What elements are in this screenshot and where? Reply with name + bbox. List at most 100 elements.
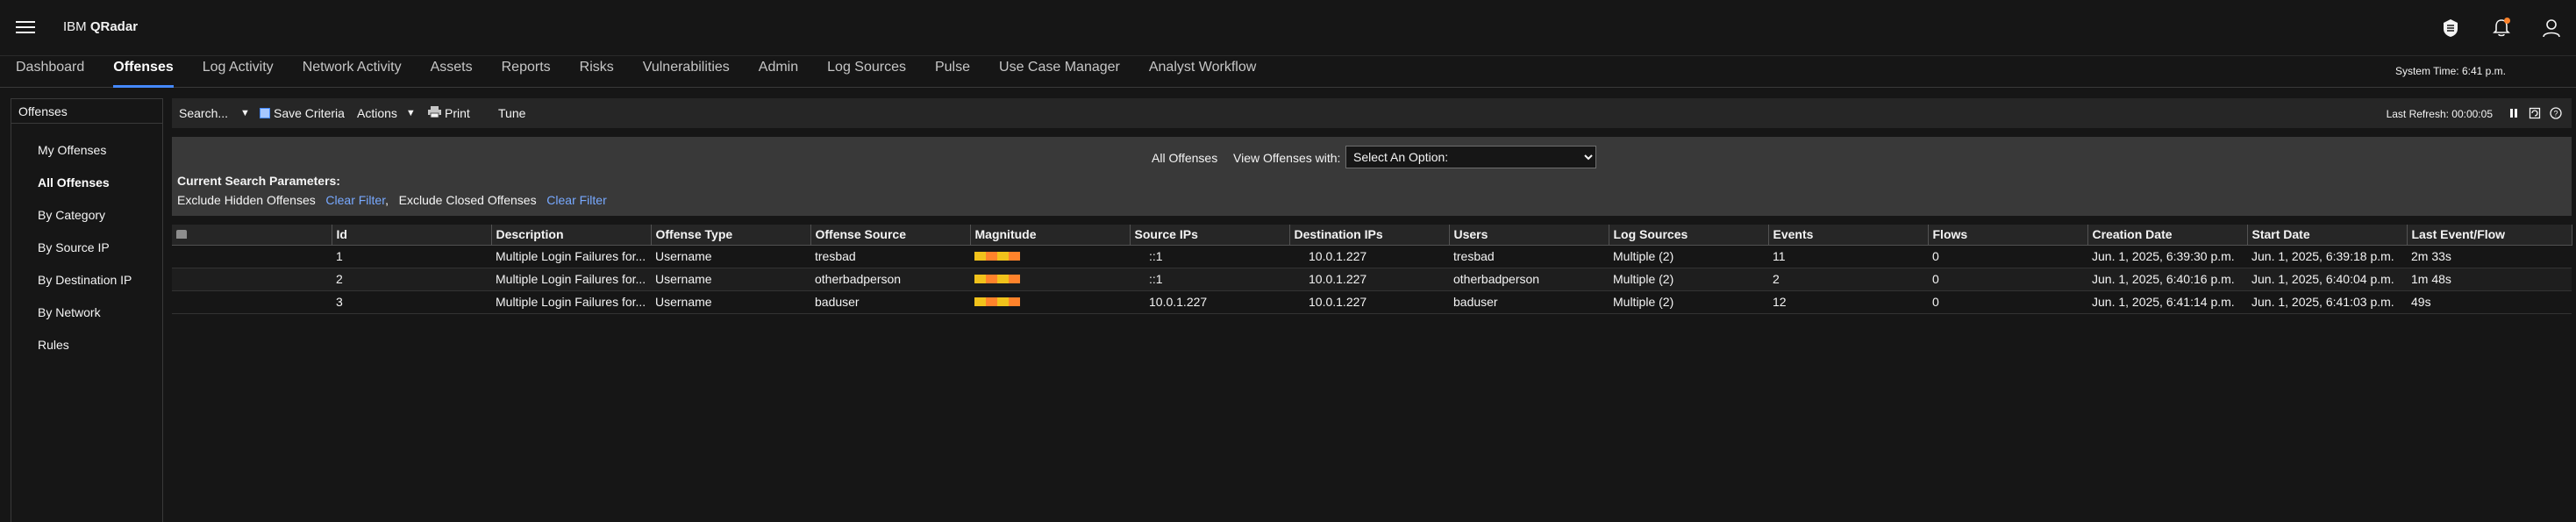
column-header-magnitude[interactable]: Magnitude bbox=[970, 225, 1131, 246]
print-label: Print bbox=[445, 106, 470, 120]
cell-destination-ips: 10.0.1.227 bbox=[1289, 290, 1449, 314]
notification-icon[interactable] bbox=[2487, 14, 2515, 42]
sidebar-item-by-destination-ip[interactable]: By Destination IP bbox=[11, 264, 162, 297]
column-header-log-sources[interactable]: Log Sources bbox=[1609, 225, 1769, 246]
magnitude-segment bbox=[986, 297, 997, 306]
flag-icon bbox=[176, 230, 187, 240]
column-header-start-date[interactable]: Start Date bbox=[2247, 225, 2408, 246]
cell-events: 11 bbox=[1768, 245, 1928, 268]
column-header-creation-date[interactable]: Creation Date bbox=[2087, 225, 2248, 246]
current-search-parameters-label: Current Search Parameters: bbox=[177, 174, 340, 188]
all-offenses-label: All Offenses bbox=[1152, 151, 1218, 165]
column-header-users[interactable]: Users bbox=[1449, 225, 1609, 246]
tab-use-case-manager[interactable]: Use Case Manager bbox=[990, 56, 1129, 88]
cell-flows: 0 bbox=[1928, 290, 2087, 314]
menu-icon[interactable] bbox=[16, 18, 35, 37]
cell-offense-type: Username bbox=[651, 245, 810, 268]
magnitude-segment bbox=[997, 297, 1009, 306]
table-row[interactable]: 2 Multiple Login Failures for... Username o… bbox=[172, 268, 2572, 291]
column-header-offense-type[interactable]: Offense Type bbox=[651, 225, 811, 246]
offenses-sidebar: Offenses My Offenses All Offenses By Categ… bbox=[11, 98, 163, 522]
cell-id: 2 bbox=[332, 268, 491, 291]
sidebar-item-all-offenses[interactable]: All Offenses bbox=[11, 167, 162, 199]
magnitude-segment bbox=[974, 275, 986, 283]
cell-magnitude bbox=[970, 268, 1130, 291]
cell-last-event-flow: 49s bbox=[2407, 290, 2572, 314]
cell-users: tresbad bbox=[1449, 245, 1609, 268]
cell-flag bbox=[172, 268, 332, 291]
tab-dashboard[interactable]: Dashboard bbox=[7, 56, 93, 88]
sidebar-list: My Offenses All Offenses By Category By Sou… bbox=[11, 124, 162, 361]
view-offenses-with-label: View Offenses with: bbox=[1233, 151, 1341, 165]
magnitude-segment bbox=[1009, 275, 1020, 283]
pause-icon[interactable] bbox=[2507, 106, 2521, 120]
notification-badge-dot bbox=[2504, 18, 2510, 24]
offenses-table: Id Description Offense Type Offense Source M… bbox=[172, 225, 2572, 314]
tune-button[interactable]: Tune bbox=[498, 106, 525, 120]
cell-id: 1 bbox=[332, 245, 491, 268]
column-header-offense-source[interactable]: Offense Source bbox=[810, 225, 971, 246]
cell-start-date: Jun. 1, 2025, 6:41:03 p.m. bbox=[2247, 290, 2407, 314]
cell-flows: 0 bbox=[1928, 245, 2087, 268]
last-refresh: Last Refresh: 00:00:05 bbox=[2386, 108, 2493, 120]
tab-vulnerabilities[interactable]: Vulnerabilities bbox=[634, 56, 739, 88]
help-icon[interactable]: ? bbox=[2549, 106, 2563, 120]
refresh-icon[interactable] bbox=[2528, 106, 2542, 120]
tab-analyst-workflow[interactable]: Analyst Workflow bbox=[1140, 56, 1265, 88]
sidebar-item-rules[interactable]: Rules bbox=[11, 329, 162, 361]
sidebar-item-by-network[interactable]: By Network bbox=[11, 297, 162, 329]
tab-risks[interactable]: Risks bbox=[571, 56, 623, 88]
column-header-events[interactable]: Events bbox=[1768, 225, 1929, 246]
brand-name: QRadar bbox=[89, 19, 139, 34]
tab-network-activity[interactable]: Network Activity bbox=[294, 56, 410, 88]
tune-label: Tune bbox=[498, 106, 526, 120]
column-header-last-event-flow[interactable]: Last Event/Flow bbox=[2407, 225, 2572, 246]
column-header-destination-ips[interactable]: Destination IPs bbox=[1289, 225, 1450, 246]
table-row[interactable]: 1 Multiple Login Failures for... Username t… bbox=[172, 245, 2572, 268]
tab-offenses[interactable]: Offenses bbox=[104, 56, 182, 88]
sidebar-item-by-category[interactable]: By Category bbox=[11, 199, 162, 232]
magnitude-segment bbox=[1009, 252, 1020, 261]
cell-offense-source: tresbad bbox=[810, 245, 970, 268]
cell-log-sources: Multiple (2) bbox=[1609, 268, 1768, 291]
view-offenses-select[interactable]: Select An Option: bbox=[1345, 146, 1596, 168]
clear-filter-hidden-link[interactable]: Clear Filter bbox=[325, 193, 385, 207]
main-content: Search... ▼ Save Criteria Actions ▼ Prin… bbox=[172, 98, 2572, 522]
cell-offense-source: baduser bbox=[810, 290, 970, 314]
sidebar-item-my-offenses[interactable]: My Offenses bbox=[11, 134, 162, 167]
clear-filter-closed-link[interactable]: Clear Filter bbox=[546, 193, 606, 207]
tab-pulse[interactable]: Pulse bbox=[926, 56, 979, 88]
column-header-flows[interactable]: Flows bbox=[1928, 225, 2088, 246]
nav-tabs: Dashboard Offenses Log Activity Network Act… bbox=[7, 56, 1276, 88]
cell-creation-date: Jun. 1, 2025, 6:41:14 p.m. bbox=[2087, 290, 2247, 314]
tab-log-activity[interactable]: Log Activity bbox=[194, 56, 282, 88]
column-header-flag[interactable] bbox=[172, 225, 332, 246]
cell-last-event-flow: 1m 48s bbox=[2407, 268, 2572, 291]
cell-last-event-flow: 2m 33s bbox=[2407, 245, 2572, 268]
brand-prefix: IBM bbox=[63, 19, 90, 34]
actions-dropdown-button[interactable]: Actions ▼ bbox=[357, 106, 416, 120]
shield-app-icon[interactable] bbox=[2437, 14, 2465, 42]
sidebar-item-by-source-ip[interactable]: By Source IP bbox=[11, 232, 162, 264]
table-row[interactable]: 3 Multiple Login Failures for... Username b… bbox=[172, 290, 2572, 314]
column-header-id[interactable]: Id bbox=[332, 225, 492, 246]
toolbar: Search... ▼ Save Criteria Actions ▼ Prin… bbox=[172, 98, 2572, 128]
column-header-source-ips[interactable]: Source IPs bbox=[1130, 225, 1290, 246]
tab-reports[interactable]: Reports bbox=[493, 56, 560, 88]
column-header-description[interactable]: Description bbox=[491, 225, 652, 246]
search-filter-panel: All Offenses View Offenses with: Select … bbox=[172, 137, 2572, 216]
tab-log-sources[interactable]: Log Sources bbox=[818, 56, 915, 88]
magnitude-bar bbox=[974, 297, 1020, 306]
search-dropdown-button[interactable]: Search... ▼ bbox=[179, 106, 250, 120]
magnitude-segment bbox=[1009, 297, 1020, 306]
save-criteria-button[interactable]: Save Criteria bbox=[260, 106, 345, 120]
table-header-row: Id Description Offense Type Offense Source M… bbox=[172, 225, 2572, 246]
tab-assets[interactable]: Assets bbox=[422, 56, 482, 88]
user-icon[interactable] bbox=[2537, 14, 2565, 42]
filter-exclude-hidden: Exclude Hidden Offenses bbox=[177, 193, 316, 207]
caret-down-icon: ▼ bbox=[405, 108, 416, 118]
tab-admin[interactable]: Admin bbox=[750, 56, 807, 88]
print-button[interactable]: Print bbox=[428, 106, 470, 120]
cell-flag bbox=[172, 245, 332, 268]
filter-exclude-closed: Exclude Closed Offenses bbox=[398, 193, 537, 207]
